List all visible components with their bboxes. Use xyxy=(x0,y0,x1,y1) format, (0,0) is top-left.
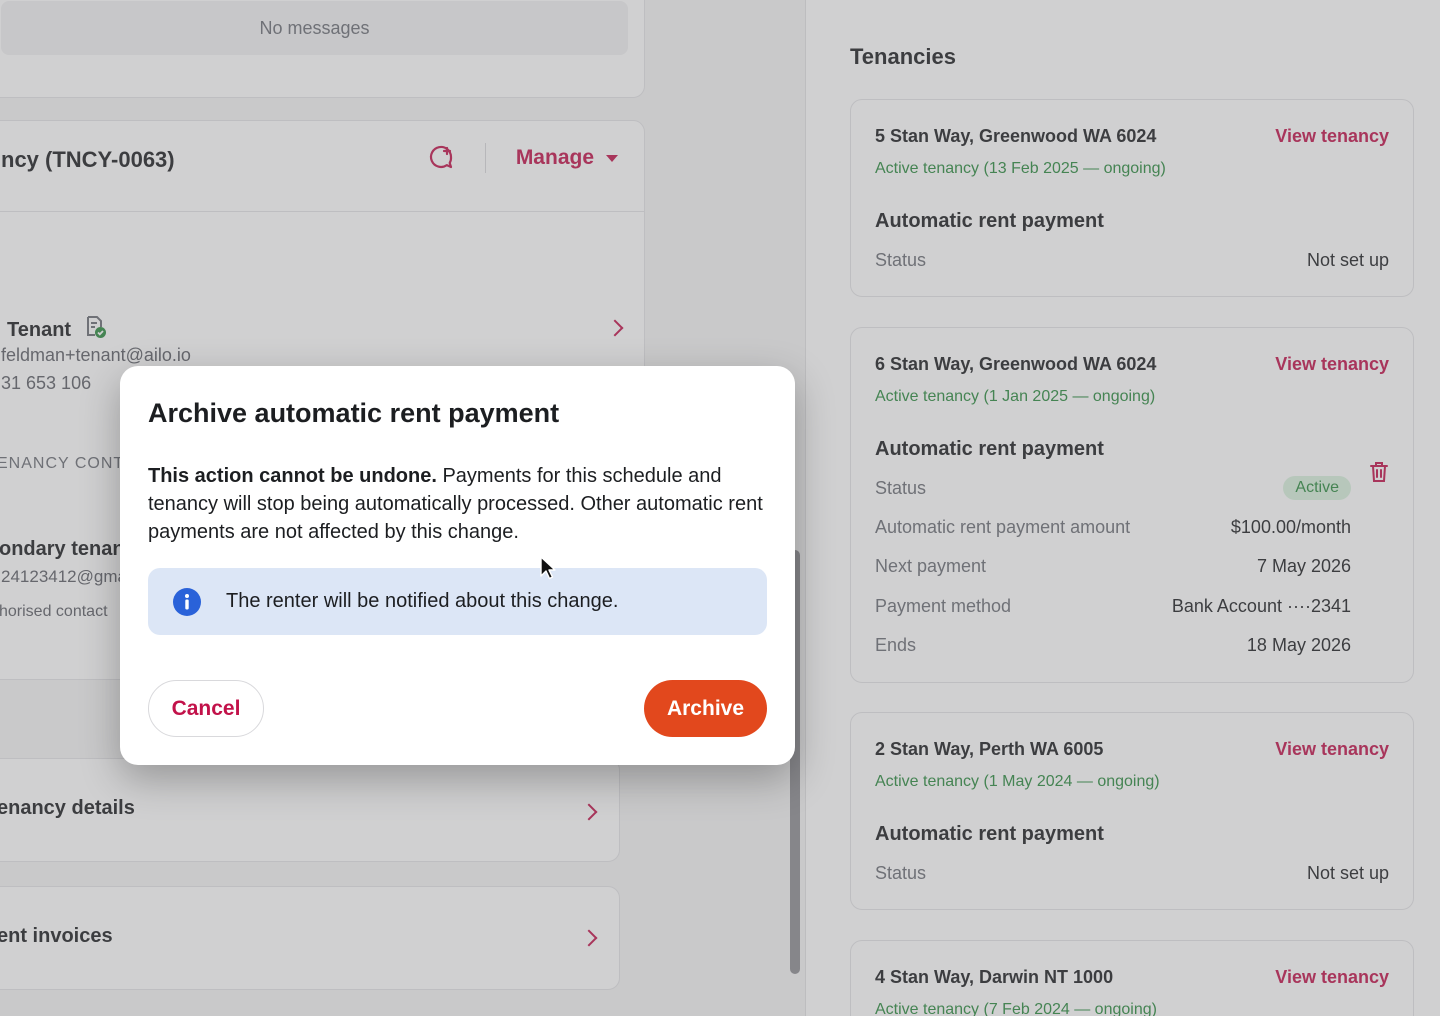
dialog-title: Archive automatic rent payment xyxy=(148,398,560,428)
info-icon xyxy=(172,587,202,617)
cancel-button[interactable]: Cancel xyxy=(148,680,264,737)
archive-button[interactable]: Archive xyxy=(644,680,767,737)
dialog-warning: This action cannot be undone. xyxy=(148,465,437,487)
archive-arp-dialog: Archive automatic rent payment This acti… xyxy=(120,366,795,765)
dialog-body: This action cannot be undone. Payments f… xyxy=(148,462,768,546)
info-text: The renter will be notified about this c… xyxy=(226,590,619,612)
info-banner: The renter will be notified about this c… xyxy=(148,568,767,635)
mouse-cursor-icon xyxy=(540,556,556,580)
